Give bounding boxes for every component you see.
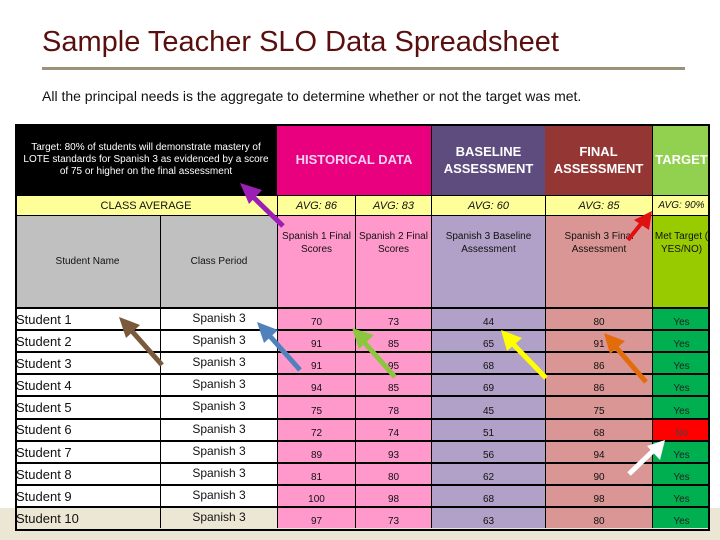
header-historical-data: HISTORICAL DATA [277,124,431,195]
class-period: Spanish 3 [160,307,277,329]
met-target: Yes [652,373,710,395]
baseline-score: 44 [431,307,545,329]
baseline-score: 69 [431,373,545,395]
baseline-score: 68 [431,484,545,506]
met-target: Yes [652,351,710,373]
spanish1-score: 72 [277,417,355,440]
average-spanish2: AVG: 83 [355,195,431,215]
student-name: Student 1 [15,307,160,329]
student-name: Student 8 [15,462,160,484]
column-header-baseline: Spanish 3 Baseline Assessment [431,215,545,307]
baseline-score: 56 [431,440,545,462]
met-target: Yes [652,329,710,351]
spanish1-score: 97 [277,506,355,528]
student-name: Student 2 [15,329,160,351]
student-name: Student 6 [15,417,160,440]
student-name: Student 9 [15,484,160,506]
spanish2-score: 78 [355,395,431,418]
spanish2-score: 85 [355,373,431,395]
target-statement: Target: 80% of students will demonstrate… [15,124,277,195]
final-score: 68 [545,417,652,440]
spanish1-score: 70 [277,307,355,329]
met-target: Yes [652,462,710,484]
spanish2-score: 73 [355,506,431,528]
met-target: Yes [652,395,710,418]
final-score: 80 [545,307,652,329]
title-divider [42,67,685,70]
column-header-met-target: Met Target ( YES/NO) [652,215,710,307]
spanish2-score: 98 [355,484,431,506]
class-period: Spanish 3 [160,395,277,418]
spanish2-score: 93 [355,440,431,462]
header-baseline-assessment: BASELINE ASSESSMENT [431,124,545,195]
class-period: Spanish 3 [160,462,277,484]
spanish1-score: 81 [277,462,355,484]
baseline-score: 65 [431,329,545,351]
met-target: Yes [652,506,710,528]
column-header-spanish2: Spanish 2 Final Scores [355,215,431,307]
header-target: TARGET [652,124,710,195]
met-target: Yes [652,440,710,462]
final-score: 80 [545,506,652,528]
baseline-score: 63 [431,506,545,528]
student-name: Student 4 [15,373,160,395]
class-period: Spanish 3 [160,417,277,440]
baseline-score: 51 [431,417,545,440]
average-final: AVG: 85 [545,195,652,215]
met-target: Yes [652,307,710,329]
student-name: Student 10 [15,506,160,528]
student-name: Student 3 [15,351,160,373]
class-period: Spanish 3 [160,329,277,351]
final-score: 94 [545,440,652,462]
spanish1-score: 91 [277,351,355,373]
spanish1-score: 91 [277,329,355,351]
average-baseline: AVG: 60 [431,195,545,215]
header-final-assessment: FINAL ASSESSMENT [545,124,652,195]
spanish2-score: 85 [355,329,431,351]
student-name: Student 7 [15,440,160,462]
final-score: 98 [545,484,652,506]
baseline-score: 62 [431,462,545,484]
class-period: Spanish 3 [160,351,277,373]
spanish1-score: 100 [277,484,355,506]
spanish2-score: 95 [355,351,431,373]
column-header-spanish1: Spanish 1 Final Scores [277,215,355,307]
spanish1-score: 75 [277,395,355,418]
spanish2-score: 80 [355,462,431,484]
spanish1-score: 94 [277,373,355,395]
column-header-final: Spanish 3 Final Assessment [545,215,652,307]
met-target: Yes [652,484,710,506]
baseline-score: 45 [431,395,545,418]
average-spanish1: AVG: 86 [277,195,355,215]
final-score: 90 [545,462,652,484]
spanish1-score: 89 [277,440,355,462]
column-header-class-period: Class Period [160,215,277,307]
spanish2-score: 74 [355,417,431,440]
class-average-label: CLASS AVERAGE [15,195,277,215]
final-score: 86 [545,351,652,373]
final-score: 86 [545,373,652,395]
spanish2-score: 73 [355,307,431,329]
class-period: Spanish 3 [160,373,277,395]
met-target: No [652,417,710,440]
final-score: 91 [545,329,652,351]
slide-subtitle: All the principal needs is the aggregate… [42,88,582,104]
final-score: 75 [545,395,652,418]
class-period: Spanish 3 [160,484,277,506]
baseline-score: 68 [431,351,545,373]
slide-title: Sample Teacher SLO Data Spreadsheet [42,26,559,58]
student-name: Student 5 [15,395,160,418]
average-target: AVG: 90% [652,195,710,215]
class-period: Spanish 3 [160,506,277,528]
class-period: Spanish 3 [160,440,277,462]
column-header-student-name: Student Name [15,215,160,307]
